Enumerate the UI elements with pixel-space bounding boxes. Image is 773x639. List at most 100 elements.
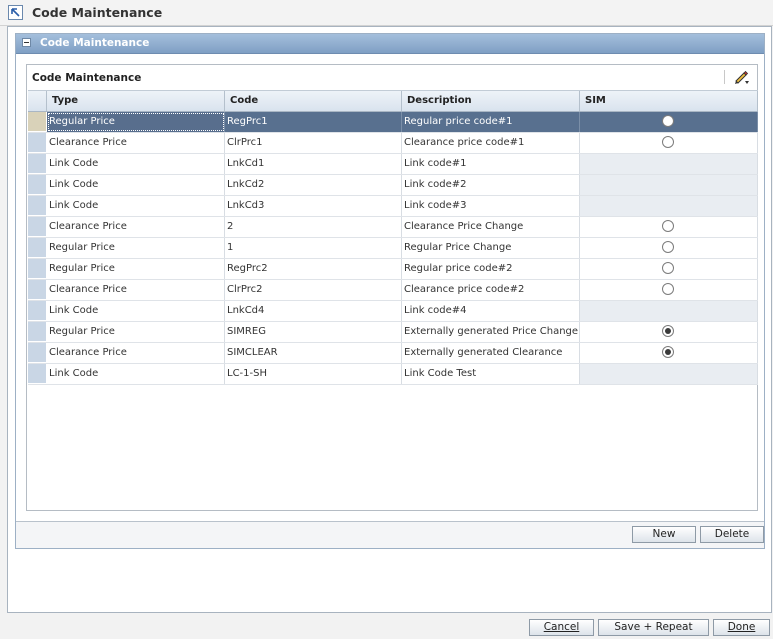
- sim-radio-button[interactable]: [662, 241, 674, 253]
- cancel-button-label: Cancel: [543, 621, 580, 633]
- table-row[interactable]: Regular Price 1 Regular Price Change: [28, 238, 758, 259]
- cell-code[interactable]: LnkCd4: [225, 301, 402, 321]
- column-header-sim[interactable]: SIM: [580, 91, 758, 111]
- content-frame: Code Maintenance Code Maintenance Type C…: [7, 26, 772, 613]
- sim-radio-button[interactable]: [662, 136, 674, 148]
- table-row[interactable]: Regular Price RegPrc1 Regular price code#1: [28, 112, 758, 133]
- cell-sim[interactable]: [580, 133, 758, 153]
- row-selector[interactable]: [28, 217, 47, 237]
- row-selector[interactable]: [28, 196, 47, 216]
- section-header[interactable]: Code Maintenance: [16, 34, 764, 54]
- cell-code[interactable]: ClrPrc1: [225, 133, 402, 153]
- cell-code[interactable]: 2: [225, 217, 402, 237]
- column-header-type[interactable]: Type: [47, 91, 225, 111]
- table-row[interactable]: Link Code LC-1-SH Link Code Test: [28, 364, 758, 385]
- cancel-button[interactable]: Cancel: [529, 619, 594, 636]
- cell-type[interactable]: Link Code: [47, 301, 225, 321]
- cell-description[interactable]: Clearance price code#1: [402, 133, 580, 153]
- row-selector[interactable]: [28, 175, 47, 195]
- cell-code[interactable]: LnkCd2: [225, 175, 402, 195]
- table-row[interactable]: Clearance Price ClrPrc1 Clearance price co…: [28, 133, 758, 154]
- table-row[interactable]: Regular Price RegPrc2 Regular price code#2: [28, 259, 758, 280]
- cell-sim[interactable]: [580, 238, 758, 258]
- pencil-edit-icon[interactable]: [732, 68, 750, 86]
- sim-radio-button[interactable]: [662, 262, 674, 274]
- table-row[interactable]: Link Code LnkCd1 Link code#1: [28, 154, 758, 175]
- cell-code[interactable]: SIMREG: [225, 322, 402, 342]
- cell-code[interactable]: ClrPrc2: [225, 280, 402, 300]
- table-row[interactable]: Clearance Price 2 Clearance Price Change: [28, 217, 758, 238]
- cell-code[interactable]: LnkCd3: [225, 196, 402, 216]
- cell-code[interactable]: 1: [225, 238, 402, 258]
- cell-type[interactable]: Link Code: [47, 196, 225, 216]
- row-selector[interactable]: [28, 343, 47, 363]
- cell-type[interactable]: Regular Price: [47, 112, 225, 132]
- cell-sim[interactable]: [580, 112, 758, 132]
- cell-description[interactable]: Link code#3: [402, 196, 580, 216]
- row-selector[interactable]: [28, 364, 47, 384]
- cell-code[interactable]: SIMCLEAR: [225, 343, 402, 363]
- cell-sim[interactable]: [580, 343, 758, 363]
- cell-description[interactable]: Link Code Test: [402, 364, 580, 384]
- cell-sim[interactable]: [580, 259, 758, 279]
- row-selector[interactable]: [28, 133, 47, 153]
- row-selector[interactable]: [28, 301, 47, 321]
- back-arrow-icon[interactable]: [8, 5, 23, 20]
- cell-type[interactable]: Clearance Price: [47, 133, 225, 153]
- row-selector[interactable]: [28, 322, 47, 342]
- sim-radio-button[interactable]: [662, 325, 674, 337]
- column-header-code[interactable]: Code: [225, 91, 402, 111]
- cell-type[interactable]: Regular Price: [47, 322, 225, 342]
- table-row[interactable]: Link Code LnkCd2 Link code#2: [28, 175, 758, 196]
- cell-type[interactable]: Regular Price: [47, 259, 225, 279]
- cell-type[interactable]: Clearance Price: [47, 280, 225, 300]
- cell-code[interactable]: RegPrc1: [225, 112, 402, 132]
- cell-description[interactable]: Externally generated Price Change: [402, 322, 580, 342]
- cell-description[interactable]: Link code#1: [402, 154, 580, 174]
- cell-sim[interactable]: [580, 322, 758, 342]
- cell-description[interactable]: Clearance Price Change: [402, 217, 580, 237]
- row-selector[interactable]: [28, 112, 47, 132]
- cell-code[interactable]: RegPrc2: [225, 259, 402, 279]
- toolbar-divider: [724, 70, 725, 84]
- cell-description[interactable]: Regular Price Change: [402, 238, 580, 258]
- new-button[interactable]: New: [632, 526, 696, 543]
- cell-type[interactable]: Clearance Price: [47, 343, 225, 363]
- save-repeat-button[interactable]: Save + Repeat: [598, 619, 709, 636]
- cell-description[interactable]: Regular price code#2: [402, 259, 580, 279]
- cell-code[interactable]: LC-1-SH: [225, 364, 402, 384]
- cell-sim[interactable]: [580, 217, 758, 237]
- column-header-description[interactable]: Description: [402, 91, 580, 111]
- cell-sim: [580, 301, 758, 321]
- table-row[interactable]: Clearance Price SIMCLEAR Externally genera…: [28, 343, 758, 364]
- sim-radio-button[interactable]: [662, 220, 674, 232]
- cell-description[interactable]: Regular price code#1: [402, 112, 580, 132]
- done-button[interactable]: Done: [713, 619, 770, 636]
- cell-sim[interactable]: [580, 280, 758, 300]
- cell-type[interactable]: Link Code: [47, 364, 225, 384]
- row-selector[interactable]: [28, 280, 47, 300]
- sim-radio-button[interactable]: [662, 283, 674, 295]
- cell-description[interactable]: Link code#2: [402, 175, 580, 195]
- cell-type[interactable]: Link Code: [47, 175, 225, 195]
- cell-type[interactable]: Regular Price: [47, 238, 225, 258]
- row-selector[interactable]: [28, 238, 47, 258]
- cell-sim: [580, 175, 758, 195]
- sim-radio-button[interactable]: [662, 115, 674, 127]
- table-row[interactable]: Link Code LnkCd3 Link code#3: [28, 196, 758, 217]
- table-row[interactable]: Link Code LnkCd4 Link code#4: [28, 301, 758, 322]
- cell-description[interactable]: Link code#4: [402, 301, 580, 321]
- sim-radio-button[interactable]: [662, 346, 674, 358]
- row-selector[interactable]: [28, 259, 47, 279]
- cell-code[interactable]: LnkCd1: [225, 154, 402, 174]
- cell-description[interactable]: Externally generated Clearance: [402, 343, 580, 363]
- cell-type[interactable]: Clearance Price: [47, 217, 225, 237]
- cell-type[interactable]: Link Code: [47, 154, 225, 174]
- delete-button[interactable]: Delete: [700, 526, 764, 543]
- table-row[interactable]: Regular Price SIMREG Externally generated …: [28, 322, 758, 343]
- cell-description[interactable]: Clearance price code#2: [402, 280, 580, 300]
- row-selector[interactable]: [28, 154, 47, 174]
- save-repeat-button-label: Save + Repeat: [614, 621, 693, 633]
- table-row[interactable]: Clearance Price ClrPrc2 Clearance price co…: [28, 280, 758, 301]
- collapse-icon[interactable]: [22, 38, 31, 47]
